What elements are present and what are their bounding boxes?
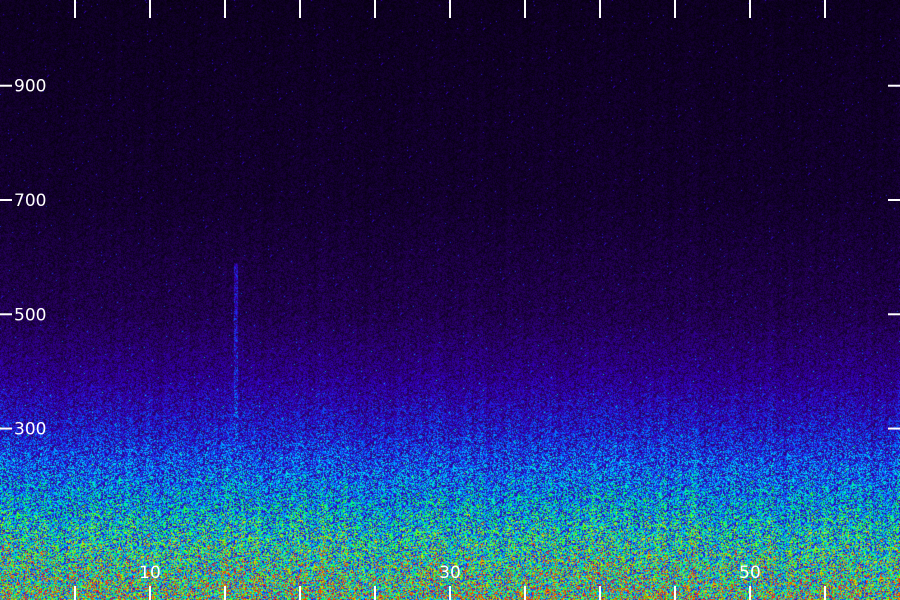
y-ticks: 300 500 700 900	[0, 77, 900, 440]
x-tick-label: 10	[139, 563, 161, 583]
y-tick-label: 900	[14, 77, 46, 97]
y-tick-label: 500	[14, 305, 46, 325]
x-ticks-bottom: 10 30 50	[74, 563, 826, 600]
x-tick-label: 30	[439, 563, 461, 583]
y-tick-label: 300	[14, 420, 46, 440]
spectrogram-axes: 10 30 50 300 500 700 900	[0, 0, 900, 600]
y-tick-label: 700	[14, 191, 46, 211]
x-ticks-top	[74, 0, 826, 18]
x-tick-label: 50	[739, 563, 761, 583]
